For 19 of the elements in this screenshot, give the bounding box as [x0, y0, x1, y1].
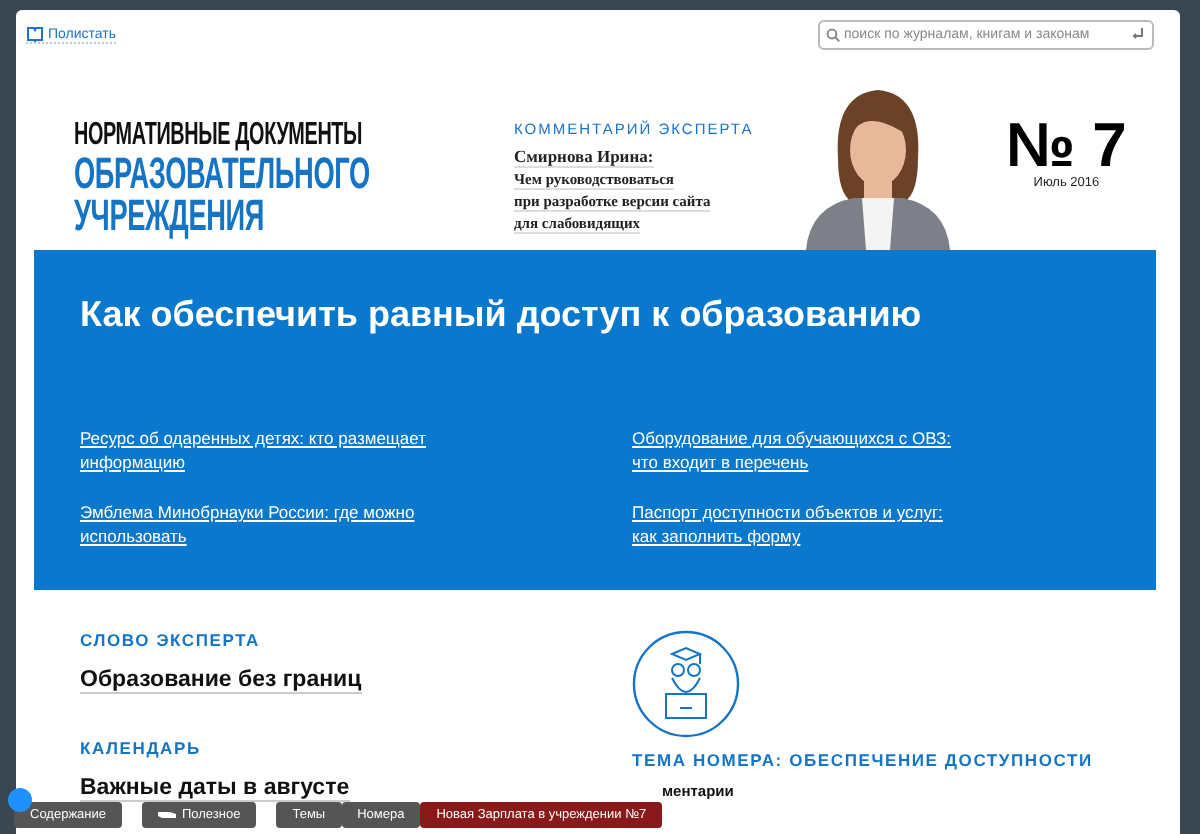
section-heading: СЛОВО ЭКСПЕРТА [80, 630, 262, 650]
issue-number: № 7 [1006, 114, 1127, 176]
return-icon [1132, 28, 1144, 40]
magazine-title: ОБРАЗОВАТЕЛЬНОГО [74, 152, 370, 194]
article-link[interactable]: Оборудование для обучающихся с ОВЗ: что входит в перечень [632, 426, 1110, 474]
search-icon [826, 28, 840, 42]
theme-heading: ТЕМА НОМЕРА: ОБЕСПЕЧЕНИЕ ДОСТУПНОСТИ [632, 750, 1095, 770]
section-heading: КАЛЕНДАРЬ [80, 738, 203, 758]
article-link[interactable]: Образование без границ [80, 668, 362, 694]
status-dot[interactable] [8, 788, 32, 812]
article-link[interactable]: Ресурс об одаренных детях: кто размещает информацию [80, 426, 632, 474]
magazine-title: НОРМАТИВНЫЕ ДОКУМЕНТЫ [74, 118, 363, 152]
article-link[interactable]: Паспорт доступности объектов и услуг: как заполнить форму [632, 500, 1110, 548]
feature-title: Как обеспечить равный доступ к образованию [80, 294, 924, 336]
book-icon [26, 26, 44, 42]
author-name[interactable]: Смирнова Ирина: [514, 146, 654, 168]
owl-icon [632, 630, 740, 738]
magazine-title: УЧРЕЖДЕНИЯ [74, 194, 265, 236]
article-link[interactable]: Эмблема Минобрнауки России: где можно использовать [80, 500, 632, 548]
